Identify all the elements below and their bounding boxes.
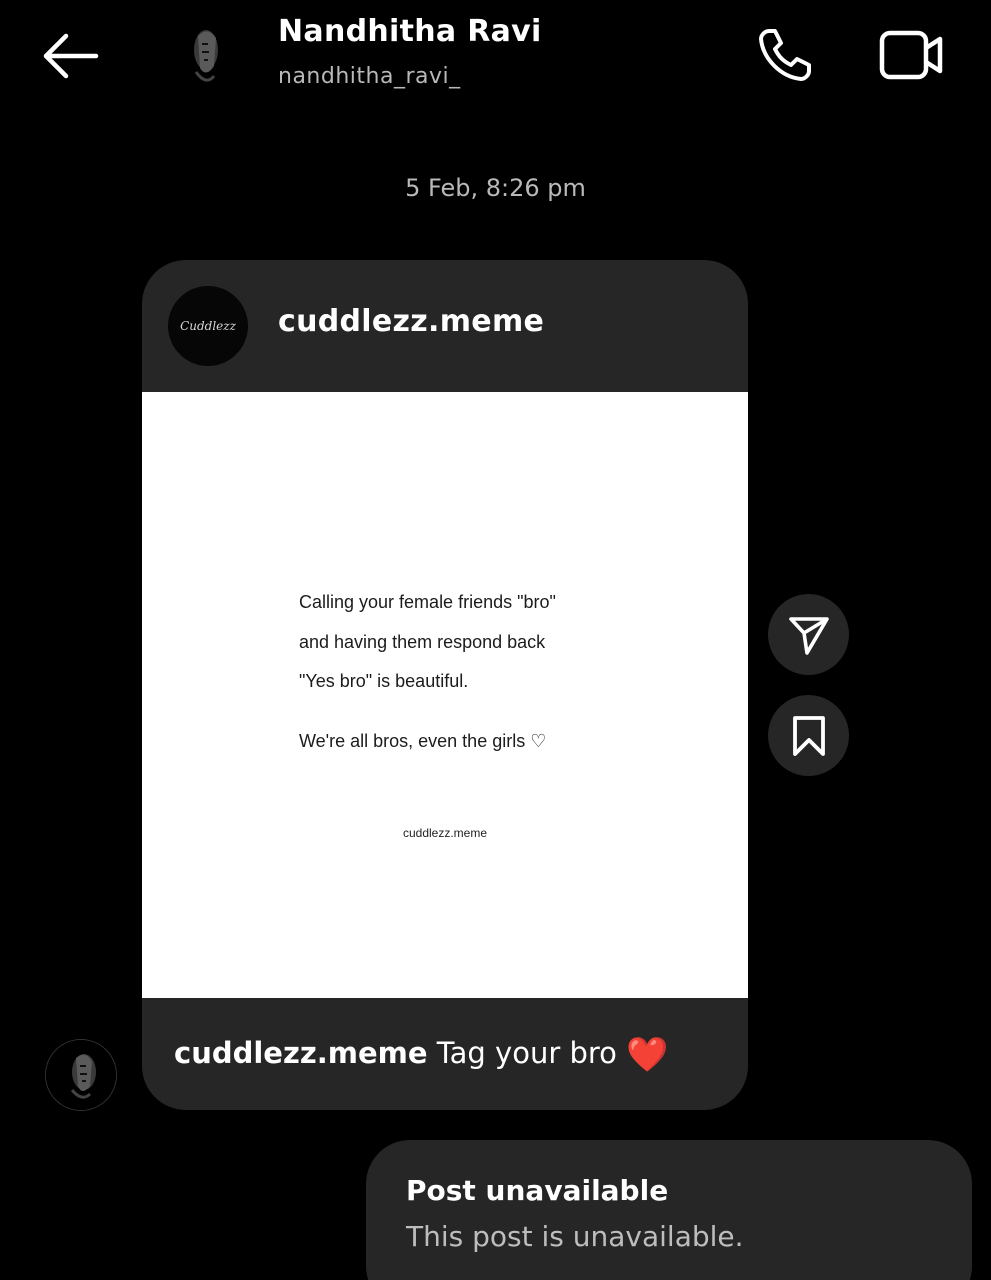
audio-call-button[interactable] [750, 24, 820, 86]
send-icon [788, 616, 829, 655]
video-call-button[interactable] [872, 24, 950, 86]
caption-account: cuddlezz.meme [174, 1036, 428, 1070]
quote-line: We're all bros, even the girls ♡ [299, 731, 547, 751]
back-arrow-icon [43, 33, 99, 79]
video-camera-icon [879, 30, 943, 80]
bookmark-icon [792, 715, 825, 756]
quote-line: Calling your female friends "bro" [299, 592, 556, 612]
share-post-button[interactable] [768, 594, 849, 675]
chat-screen: Nandhitha Ravi nandhitha_ravi_ 5 Feb, 8:… [0, 0, 991, 1280]
message-timestamp: 5 Feb, 8:26 pm [405, 174, 586, 202]
quote-line: "Yes bro" is beautiful. [299, 671, 469, 691]
contact-name[interactable]: Nandhitha Ravi [278, 14, 542, 49]
shared-post-card[interactable]: Cuddlezz cuddlezz.meme Calling your fema… [142, 260, 748, 1110]
back-button[interactable] [36, 28, 104, 84]
post-caption: cuddlezz.meme Tag your bro ❤️ [174, 1035, 668, 1075]
unavailable-post-bubble[interactable]: Post unavailable This post is unavailabl… [366, 1140, 972, 1280]
caption-text: Tag your bro [436, 1036, 617, 1070]
post-account-name[interactable]: cuddlezz.meme [278, 304, 544, 339]
phone-icon [759, 29, 811, 81]
save-post-button[interactable] [768, 695, 849, 776]
contact-avatar[interactable] [178, 16, 230, 92]
quote-line: and having them respond back [299, 632, 546, 652]
post-avatar-logo-text: Cuddlezz [180, 319, 236, 333]
unavailable-subtitle: This post is unavailable. [406, 1220, 744, 1253]
contact-username[interactable]: nandhitha_ravi_ [278, 64, 461, 89]
unavailable-title: Post unavailable [406, 1174, 669, 1207]
post-image[interactable]: Calling your female friends "bro" and ha… [142, 392, 748, 998]
image-watermark: cuddlezz.meme [402, 826, 488, 840]
sender-avatar[interactable] [46, 1040, 116, 1110]
post-header[interactable]: Cuddlezz cuddlezz.meme [142, 260, 748, 392]
heart-emoji-icon: ❤️ [626, 1035, 669, 1075]
post-account-avatar[interactable]: Cuddlezz [168, 286, 248, 366]
